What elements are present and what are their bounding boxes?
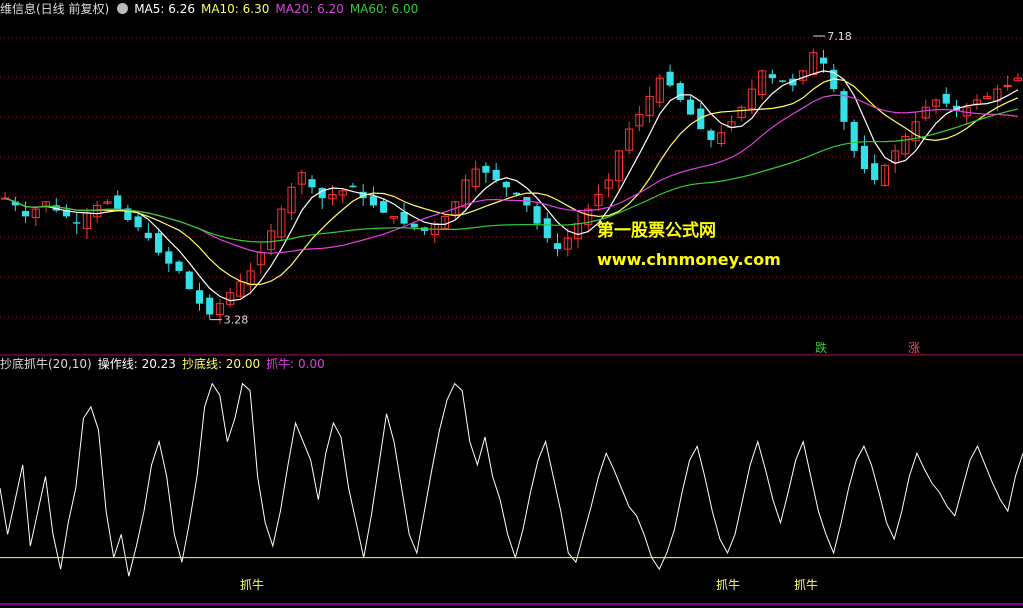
candle-body-52 (533, 206, 541, 224)
candle-body-83 (850, 121, 858, 151)
candle-body-19 (195, 290, 204, 304)
candle-body-67 (686, 99, 695, 115)
candle-body-54 (553, 243, 562, 250)
candle-body-37 (380, 201, 388, 213)
candle-body-16 (165, 251, 173, 264)
ma60-line (4, 108, 1019, 243)
candle-body-2 (21, 210, 30, 217)
candle-body-84 (860, 145, 869, 170)
ma10-line (4, 78, 1019, 285)
candle-body-7 (73, 222, 81, 224)
candle-body-13 (134, 216, 142, 228)
candle-body-49 (502, 181, 510, 188)
candle-body-69 (707, 130, 715, 140)
rise-label: 涨 (908, 340, 920, 355)
signal-label-2: 抓牛 (794, 577, 818, 592)
candle-body-15 (154, 233, 163, 253)
ma20-line (4, 94, 1018, 254)
signal-label-0: 抓牛 (240, 577, 264, 592)
fall-label: 跌 (815, 340, 827, 355)
candle-body-20 (206, 297, 214, 315)
low-price-label: 3.28 (224, 314, 249, 327)
signal-label-1: 抓牛 (716, 577, 740, 592)
candle-body-14 (144, 232, 152, 239)
watermark-site-url: www.chnmoney.com (597, 250, 781, 269)
stock-chart-canvas[interactable]: 7.18 3.28 跌 涨抓牛 抓牛 抓牛 (0, 0, 1023, 608)
candle-body-40 (410, 223, 418, 228)
candle-body-34 (349, 185, 357, 188)
candle-body-39 (400, 212, 408, 224)
candle-body-76 (779, 80, 787, 82)
op-line-series (0, 382, 1023, 577)
candle-body-66 (676, 83, 684, 100)
candle-body-30 (308, 179, 316, 188)
watermark-site-name: 第一股票公式网 (597, 221, 716, 241)
candle-body-47 (482, 165, 490, 173)
candle-body-11 (114, 195, 122, 210)
ma5-line (4, 70, 1019, 302)
candle-body-65 (666, 71, 674, 86)
candle-body-53 (543, 218, 551, 239)
candle-body-18 (185, 271, 193, 290)
candle-body-75 (768, 74, 776, 79)
candle-body-36 (369, 196, 377, 206)
candle-body-80 (819, 57, 828, 64)
candle-body-92 (942, 93, 950, 104)
candle-body-50 (513, 192, 521, 195)
candle-body-85 (871, 163, 879, 180)
candle-body-17 (175, 261, 183, 271)
candle-body-98 (1003, 84, 1012, 87)
high-price-label: 7.18 (827, 30, 852, 43)
candle-body-48 (492, 169, 500, 180)
